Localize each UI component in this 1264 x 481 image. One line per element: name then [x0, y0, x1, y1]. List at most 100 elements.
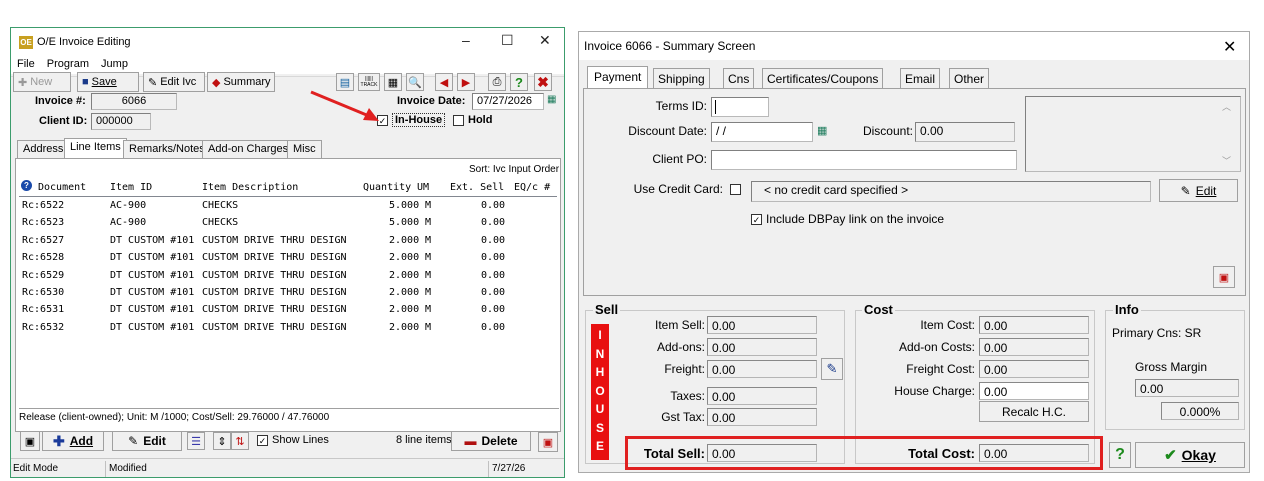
- tab-line-items[interactable]: Line Items: [64, 138, 127, 158]
- item-sell-label: Item Sell:: [654, 318, 705, 332]
- discount-date-field[interactable]: / /: [711, 122, 813, 142]
- house-charge-field[interactable]: 0.00: [979, 382, 1089, 400]
- terms-id-field[interactable]: [711, 97, 769, 117]
- edit-line-button[interactable]: ✎ Edit: [112, 431, 182, 451]
- col-item-description[interactable]: Item Description: [202, 182, 298, 193]
- menu-file[interactable]: File: [17, 58, 35, 70]
- row-item-description: CUSTOM DRIVE THRU DESIGN: [202, 287, 347, 298]
- edit-ivc-button[interactable]: ✎ Edit Ivc: [143, 72, 205, 92]
- move-updown-icon[interactable]: ⇕: [213, 432, 231, 450]
- print-icon[interactable]: ⎙: [488, 73, 506, 91]
- row-item-id: DT CUSTOM #101: [110, 321, 195, 333]
- row-ext-sell: 0.00: [481, 217, 506, 229]
- inhouse-checkbox[interactable]: ✓ In-House: [377, 113, 446, 127]
- invoice-date-field[interactable]: 07/27/2026: [472, 93, 544, 110]
- scroll-down-icon[interactable]: ﹀: [1222, 154, 1231, 167]
- tab-other[interactable]: Other: [949, 68, 990, 88]
- col-ext-sell[interactable]: Ext. Sell: [450, 182, 504, 193]
- hold-checkbox[interactable]: Hold: [453, 114, 492, 126]
- prev-icon[interactable]: ◀: [435, 73, 453, 91]
- col-item-id[interactable]: Item ID: [110, 182, 152, 193]
- row-document: Rc:6529: [22, 269, 65, 281]
- calendar-icon[interactable]: ▦: [817, 124, 827, 137]
- help-icon[interactable]: ?: [510, 73, 528, 91]
- menu-program[interactable]: Program: [47, 58, 89, 70]
- client-po-label: Client PO:: [652, 152, 707, 166]
- okay-button[interactable]: ✔ Okay: [1135, 442, 1245, 468]
- invoice-number-field[interactable]: 6066: [91, 93, 177, 110]
- addon-costs-field: 0.00: [979, 338, 1089, 356]
- client-po-field[interactable]: [711, 150, 1017, 170]
- row-ext-sell: 0.00: [481, 321, 506, 333]
- menu-jump[interactable]: Jump: [101, 58, 128, 70]
- summary-screen-window: Invoice 6066 - Summary Screen ✕ Payment …: [578, 31, 1250, 473]
- status-state: Modified: [109, 463, 147, 474]
- show-lines-checkbox[interactable]: ✓ Show Lines: [257, 434, 329, 446]
- table-row[interactable]: Rc:6531 DT CUSTOM #101 CUSTOM DRIVE THRU D…: [19, 302, 557, 319]
- col-quantity[interactable]: Quantity: [363, 182, 411, 193]
- sort-icon[interactable]: ⇅: [231, 432, 249, 450]
- row-quantity: 2.000: [389, 269, 420, 281]
- invoice-editing-window: OE O/E Invoice Editing – ☐ ✕ File Progra…: [10, 27, 565, 478]
- next-icon[interactable]: ▶: [457, 73, 475, 91]
- export-icon[interactable]: ▣: [1213, 266, 1235, 288]
- save-button[interactable]: ■ Save: [77, 72, 139, 92]
- list-icon[interactable]: ☰: [187, 432, 205, 450]
- tab-address[interactable]: Address: [17, 140, 70, 158]
- tab-certificates-coupons[interactable]: Certificates/Coupons: [762, 68, 884, 88]
- row-quantity: 2.000: [389, 321, 420, 333]
- table-row[interactable]: Rc:6530 DT CUSTOM #101 CUSTOM DRIVE THRU D…: [19, 285, 557, 302]
- close-x-icon[interactable]: ✖: [534, 73, 552, 91]
- close-icon[interactable]: ✕: [1223, 37, 1236, 57]
- info-title: Info: [1113, 302, 1141, 317]
- inhouse-letter: O: [595, 383, 605, 398]
- col-document[interactable]: Document: [38, 182, 86, 193]
- minimize-icon[interactable]: –: [462, 32, 470, 48]
- line-items-grid[interactable]: Rc:6522 AC-900 CHECKS 5.000 M 0.00 Rc:6523 AC-9…: [19, 196, 557, 406]
- tab-cns[interactable]: Cns: [723, 68, 755, 88]
- edit-card-button[interactable]: ✎ Edit: [1159, 179, 1238, 202]
- table-row[interactable]: Rc:6527 DT CUSTOM #101 CUSTOM DRIVE THRU D…: [19, 233, 557, 250]
- search-icon[interactable]: 🔍: [406, 73, 424, 91]
- row-item-description: CUSTOM DRIVE THRU DESIGN: [202, 234, 347, 246]
- col-eqc[interactable]: EQ/c #: [514, 182, 550, 193]
- table-row[interactable]: Rc:6523 AC-900 CHECKS 5.000 M 0.00: [19, 215, 557, 232]
- client-id-field[interactable]: 000000: [91, 113, 151, 130]
- row-um: M: [425, 234, 432, 246]
- recalc-hc-button[interactable]: Recalc H.C.: [979, 401, 1089, 422]
- status-date: 7/27/26: [492, 463, 526, 474]
- edit-freight-icon[interactable]: ✎: [821, 358, 843, 380]
- close-panel-icon[interactable]: ▣: [538, 432, 558, 452]
- discount-field[interactable]: 0.00: [915, 122, 1015, 142]
- col-um[interactable]: UM: [417, 182, 429, 193]
- freight-cost-field: 0.00: [979, 360, 1089, 378]
- table-row[interactable]: Rc:6532 DT CUSTOM #101 CUSTOM DRIVE THRU D…: [19, 320, 557, 337]
- summary-button[interactable]: ◆ Summary: [207, 72, 275, 92]
- taxes-label: Taxes:: [670, 389, 705, 403]
- inhouse-letter: H: [595, 365, 605, 379]
- tab-email[interactable]: Email: [900, 68, 941, 88]
- add-button[interactable]: ✚ Add: [42, 431, 104, 451]
- tab-remarks-notes[interactable]: Remarks/Notes: [123, 140, 211, 158]
- table-row[interactable]: Rc:6529 DT CUSTOM #101 CUSTOM DRIVE THRU D…: [19, 268, 557, 285]
- tab-misc[interactable]: Misc: [287, 140, 322, 158]
- use-credit-card-checkbox[interactable]: [730, 183, 745, 195]
- table-row[interactable]: Rc:6522 AC-900 CHECKS 5.000 M 0.00: [19, 198, 557, 215]
- delete-button[interactable]: ▬ Delete: [451, 431, 531, 451]
- tab-addon-charges[interactable]: Add-on Charges: [202, 140, 295, 158]
- export-icon[interactable]: ▣: [20, 431, 40, 451]
- table-row[interactable]: Rc:6528 DT CUSTOM #101 CUSTOM DRIVE THRU D…: [19, 250, 557, 267]
- invoice-label: Invoice #:: [35, 95, 86, 107]
- notes-box[interactable]: [1025, 96, 1241, 172]
- summary-title-bar: Invoice 6066 - Summary Screen ✕: [579, 32, 1249, 60]
- dbpay-checkbox[interactable]: ✓ Include DBPay link on the invoice: [751, 212, 944, 226]
- scroll-up-icon[interactable]: ︿: [1222, 100, 1231, 113]
- pencil-icon: ✎: [1180, 183, 1191, 198]
- help-button[interactable]: ?: [1109, 442, 1131, 468]
- maximize-icon[interactable]: ☐: [501, 32, 514, 49]
- calendar-icon[interactable]: ▦: [547, 94, 556, 105]
- tab-shipping[interactable]: Shipping: [653, 68, 710, 88]
- close-icon[interactable]: ✕: [539, 32, 551, 49]
- new-button[interactable]: ✚ New: [13, 72, 71, 92]
- tab-payment[interactable]: Payment: [587, 66, 649, 88]
